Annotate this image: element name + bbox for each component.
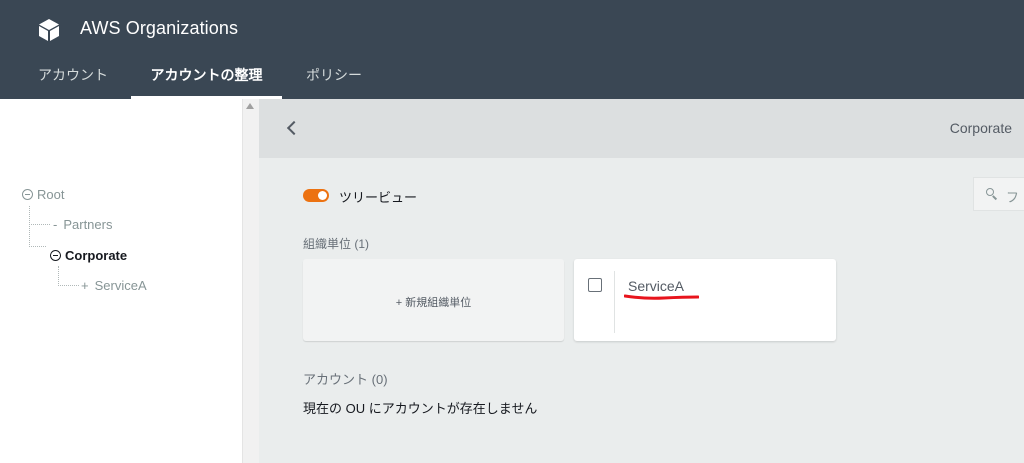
tree-connector: [29, 206, 30, 247]
top-navigation-bar: AWS Organizations アカウント アカウントの整理 ポリシー: [0, 0, 1024, 99]
account-section-heading: アカウント (0): [303, 372, 388, 387]
search-placeholder: フ: [1006, 190, 1020, 205]
tree-view-label: ツリービュー: [339, 190, 418, 205]
ou-card-name[interactable]: ServiceA: [628, 278, 684, 294]
tree-view-toggle[interactable]: [303, 189, 329, 202]
tab-accounts[interactable]: アカウント: [38, 60, 108, 99]
main-tabs: アカウント アカウントの整理 ポリシー: [0, 60, 600, 99]
new-ou-button[interactable]: + 新規組織単位: [303, 259, 564, 341]
cube-icon: [39, 19, 59, 41]
sidebar-scrollbar[interactable]: [242, 99, 259, 463]
tree-node-root[interactable]: Root: [22, 187, 64, 202]
card-divider: [614, 271, 615, 333]
search-input[interactable]: フ: [973, 177, 1024, 211]
current-ou-name: Corporate: [949, 120, 1012, 136]
collapse-circle-icon[interactable]: [50, 250, 61, 261]
search-icon: [986, 188, 998, 200]
collapse-circle-icon[interactable]: [22, 189, 33, 200]
ou-select-checkbox[interactable]: [588, 278, 602, 292]
red-annotation-underline: [624, 294, 699, 300]
tree-node-servicea[interactable]: + ServiceA: [81, 278, 147, 293]
ou-header-bar: Corporate: [259, 99, 1024, 158]
ou-section-heading: 組織単位 (1): [303, 237, 370, 251]
plus-icon[interactable]: +: [81, 278, 89, 293]
tree-connector: [58, 266, 79, 286]
tab-organize-accounts[interactable]: アカウントの整理: [131, 60, 282, 99]
dash-icon: -: [53, 217, 58, 232]
scroll-up-arrow-icon[interactable]: [246, 103, 254, 109]
ou-card[interactable]: ServiceA: [574, 259, 836, 341]
tree-connector: [29, 206, 50, 225]
main-content: Corporate ツリービュー フ 組織単位 (1) + 新規組織単位 Ser…: [259, 99, 1024, 463]
new-ou-label: + 新規組織単位: [395, 297, 472, 309]
tab-policies[interactable]: ポリシー: [305, 60, 363, 99]
tree-node-partners[interactable]: - Partners: [53, 217, 112, 232]
tree-node-corporate[interactable]: Corporate: [50, 248, 127, 263]
tree-connector: [29, 246, 46, 247]
app-title: AWS Organizations: [80, 18, 239, 38]
organization-tree-panel: Root - Partners Corporate + ServiceA: [0, 99, 242, 463]
back-chevron-icon[interactable]: [283, 117, 303, 139]
no-accounts-message: 現在の OU にアカウントが存在しません: [303, 401, 538, 416]
